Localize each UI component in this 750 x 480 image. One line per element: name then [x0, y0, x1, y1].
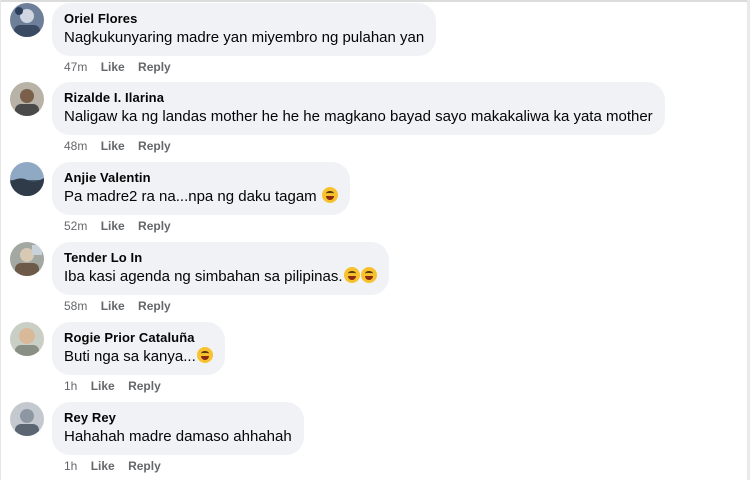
reply-button[interactable]: Reply: [138, 139, 171, 153]
rofl-emoji-icon: [196, 347, 213, 363]
like-button[interactable]: Like: [91, 459, 115, 473]
comment-timestamp[interactable]: 58m: [64, 299, 87, 313]
reply-button[interactable]: Reply: [138, 299, 171, 313]
comment-bubble: Rogie Prior Cataluña Buti nga sa kanya..…: [52, 322, 225, 375]
comment-actions: 1h Like Reply: [64, 378, 171, 394]
comment-text: Iba kasi agenda ng simbahan sa pilipinas…: [64, 267, 377, 287]
comment-bubble: Anjie Valentin Pa madre2 ra na...npa ng …: [52, 162, 350, 215]
comment-author[interactable]: Rogie Prior Cataluña: [64, 329, 213, 346]
avatar[interactable]: [10, 402, 44, 436]
like-button[interactable]: Like: [101, 299, 125, 313]
comment-timestamp[interactable]: 1h: [64, 379, 77, 393]
reply-button[interactable]: Reply: [138, 219, 171, 233]
comment-actions: 1h Like Reply: [64, 458, 171, 474]
comment-timestamp[interactable]: 52m: [64, 219, 87, 233]
left-border: [0, 0, 1, 480]
like-button[interactable]: Like: [91, 379, 115, 393]
rofl-emoji-icon: [360, 267, 377, 283]
comment-author[interactable]: Anjie Valentin: [64, 169, 338, 186]
comment-author[interactable]: Rey Rey: [64, 409, 292, 426]
comment-timestamp[interactable]: 48m: [64, 139, 87, 153]
avatar[interactable]: [10, 242, 44, 276]
comment-text: Naligaw ka ng landas mother he he he mag…: [64, 108, 653, 125]
comment-bubble: Tender Lo In Iba kasi agenda ng simbahan…: [52, 242, 389, 295]
comment-author[interactable]: Oriel Flores: [64, 10, 424, 27]
comment-text: Pa madre2 ra na...npa ng daku tagam: [64, 187, 338, 207]
comment-bubble: Rey Rey Hahahah madre damaso ahhahah: [52, 402, 304, 455]
comment-actions: 47m Like Reply: [64, 59, 181, 75]
comment-text: Nagkukunyaring madre yan miyembro ng pul…: [64, 29, 425, 46]
like-button[interactable]: Like: [101, 60, 125, 74]
avatar[interactable]: [10, 3, 44, 37]
laughing-emoji-icon: [321, 187, 338, 203]
comment-actions: 48m Like Reply: [64, 138, 181, 154]
comment-actions: 58m Like Reply: [64, 298, 181, 314]
comment-author[interactable]: Tender Lo In: [64, 249, 377, 266]
reply-button[interactable]: Reply: [128, 379, 161, 393]
comment-timestamp[interactable]: 1h: [64, 459, 77, 473]
comment-text: Buti nga sa kanya...: [64, 347, 213, 367]
comment-author[interactable]: Rizalde I. Ilarina: [64, 89, 653, 106]
comment-bubble: Rizalde I. Ilarina Naligaw ka ng landas …: [52, 82, 665, 135]
avatar[interactable]: [10, 82, 44, 116]
rofl-emoji-icon: [343, 267, 360, 283]
like-button[interactable]: Like: [101, 219, 125, 233]
comment-timestamp[interactable]: 47m: [64, 60, 87, 74]
avatar[interactable]: [10, 162, 44, 196]
reply-button[interactable]: Reply: [138, 60, 171, 74]
reply-button[interactable]: Reply: [128, 459, 161, 473]
avatar[interactable]: [10, 322, 44, 356]
comment-actions: 52m Like Reply: [64, 218, 181, 234]
like-button[interactable]: Like: [101, 139, 125, 153]
top-border: [0, 0, 750, 2]
comment-bubble: Oriel Flores Nagkukunyaring madre yan mi…: [52, 3, 437, 56]
comment-text: Hahahah madre damaso ahhahah: [64, 428, 292, 445]
